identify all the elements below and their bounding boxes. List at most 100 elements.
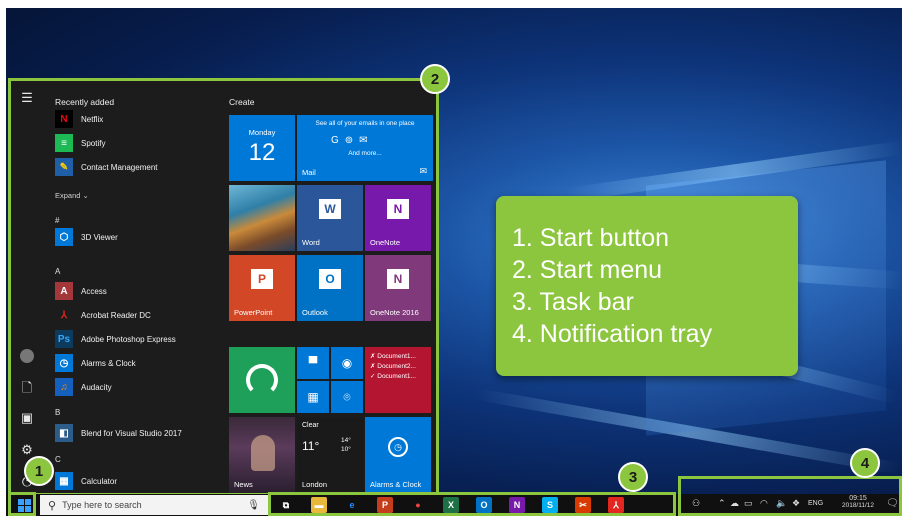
onenote-label: OneNote bbox=[370, 238, 401, 247]
app-list-item[interactable]: ▦ Calculator bbox=[55, 471, 217, 491]
taskbar-apps-highlight bbox=[268, 492, 676, 516]
onenote-logo-icon: N bbox=[387, 199, 409, 219]
app-label: Acrobat Reader DC bbox=[81, 310, 151, 320]
word-tile[interactable]: W Word bbox=[297, 185, 363, 251]
letter-header[interactable]: B bbox=[55, 408, 60, 417]
documents-icon[interactable]: 🗋 bbox=[18, 379, 36, 397]
app-list-item[interactable]: ⬡ 3D Viewer bbox=[55, 227, 217, 247]
letter-header[interactable]: C bbox=[55, 455, 61, 464]
app-list-item[interactable]: ⅄ Acrobat Reader DC bbox=[55, 305, 217, 325]
photos-tile[interactable] bbox=[229, 185, 295, 251]
powerpoint-logo-icon: P bbox=[251, 269, 273, 289]
app-label: 3D Viewer bbox=[81, 232, 118, 242]
onenote-tile[interactable]: N OneNote bbox=[365, 185, 431, 251]
app-tile-green[interactable] bbox=[229, 347, 295, 413]
callout-badge-3: 3 bbox=[618, 462, 648, 492]
app-list-item[interactable]: ✎ Contact Management bbox=[55, 157, 217, 177]
tiles-area: Create Monday 12 See all of your emails … bbox=[223, 81, 439, 493]
search-icon: ⚲ bbox=[48, 499, 57, 512]
expand-label: Expand bbox=[55, 191, 81, 200]
google-icon: G bbox=[331, 135, 345, 146]
exchange-icon: ⊚ bbox=[344, 135, 360, 146]
app-label: Access bbox=[81, 286, 107, 296]
letter-header[interactable]: # bbox=[55, 216, 59, 225]
app-label: Spotify bbox=[81, 138, 106, 148]
alarm-clock-tile-icon: ◷ bbox=[388, 437, 408, 457]
small-tile-tv[interactable]: ▀ bbox=[297, 347, 329, 379]
netflix-icon: N bbox=[55, 110, 73, 128]
pictures-icon[interactable]: ▣ bbox=[18, 409, 36, 427]
app-list-item[interactable]: Ps Adobe Photoshop Express bbox=[55, 329, 217, 349]
calculator-tile-icon: ▦ bbox=[307, 390, 319, 404]
calendar-tile[interactable]: Monday 12 bbox=[229, 115, 295, 181]
weather-high: 14° bbox=[341, 437, 351, 444]
contact-management-icon: ✎ bbox=[55, 158, 73, 176]
user-account-icon[interactable] bbox=[18, 349, 36, 367]
notification-tray-highlight bbox=[678, 476, 902, 516]
app-list-item[interactable]: ◧ Blend for Visual Studio 2017 bbox=[55, 423, 217, 443]
app-label: Adobe Photoshop Express bbox=[81, 334, 176, 344]
audacity-icon: ♫ bbox=[55, 378, 73, 396]
app-label: Netflix bbox=[81, 114, 104, 124]
word-logo-icon: W bbox=[319, 199, 341, 219]
create-heading: Create bbox=[229, 97, 255, 107]
document-item: ✓ Document1... bbox=[370, 373, 416, 380]
powerpoint-tile[interactable]: P PowerPoint bbox=[229, 255, 295, 321]
app-label: Audacity bbox=[81, 382, 112, 392]
recently-added-heading: Recently added bbox=[55, 97, 115, 107]
calendar-day-name: Monday bbox=[248, 128, 276, 137]
weather-city: London bbox=[302, 480, 328, 489]
document-item: ✗ Document2... bbox=[370, 363, 416, 370]
alarms-tile[interactable]: ◷ Alarms & Clock bbox=[365, 417, 431, 493]
app-list-item[interactable]: N Netflix bbox=[55, 109, 217, 129]
legend-line-4: 4. Notification tray bbox=[512, 320, 713, 348]
hamburger-menu-icon[interactable]: ☰ bbox=[18, 89, 36, 107]
documents-tile[interactable]: ✗ Document1... ✗ Document2... ✓ Document1.… bbox=[365, 347, 431, 413]
small-tile-calculator[interactable]: ▦ bbox=[297, 381, 329, 413]
search-placeholder: Type here to search bbox=[62, 500, 142, 510]
app-list-item[interactable]: A Access bbox=[55, 281, 217, 301]
onenote-2016-tile[interactable]: N OneNote 2016 bbox=[365, 255, 431, 321]
app-list-item[interactable]: ◷ Alarms & Clock bbox=[55, 353, 217, 373]
word-label: Word bbox=[302, 238, 320, 247]
weather-temp: 11° bbox=[302, 439, 320, 453]
calendar-day-number: 12 bbox=[248, 139, 276, 166]
outlook-tile[interactable]: O Outlook bbox=[297, 255, 363, 321]
documents-list: ✗ Document1... ✗ Document2... ✓ Document1.… bbox=[370, 352, 416, 382]
app-list-item[interactable]: ≡ Spotify bbox=[55, 133, 217, 153]
weather-low: 10° bbox=[341, 446, 351, 453]
search-box[interactable]: ⚲ Type here to search 🎙 bbox=[40, 495, 268, 515]
app-list-item[interactable]: ♫ Audacity bbox=[55, 377, 217, 397]
map-pin-icon: ⌾ bbox=[343, 390, 351, 404]
calculator-icon: ▦ bbox=[55, 472, 73, 490]
mail-tile[interactable]: See all of your emails in one place G⊚✉ … bbox=[297, 115, 433, 181]
mail-label: Mail bbox=[302, 168, 316, 177]
expand-link[interactable]: Expand ⌄ bbox=[55, 191, 89, 200]
callout-badge-1: 1 bbox=[24, 456, 54, 486]
spotify-icon: ≡ bbox=[55, 134, 73, 152]
alarms-label: Alarms & Clock bbox=[370, 480, 422, 489]
app-label: Contact Management bbox=[81, 162, 158, 172]
app-label: Calculator bbox=[81, 476, 118, 486]
legend-box: 1. Start button 2. Start menu 3. Task ba… bbox=[496, 196, 798, 376]
onenote-2016-logo-icon: N bbox=[387, 269, 409, 289]
blend-icon: ◧ bbox=[55, 424, 73, 442]
chevron-down-icon: ⌄ bbox=[82, 191, 89, 200]
weather-tile[interactable]: Clear 11° 14° 10° London bbox=[297, 417, 363, 493]
news-tile[interactable]: News bbox=[229, 417, 295, 493]
news-photo-figure bbox=[251, 435, 275, 471]
access-icon: A bbox=[55, 282, 73, 300]
small-tile-maps[interactable]: ⌾ bbox=[331, 381, 363, 413]
letter-header[interactable]: A bbox=[55, 267, 60, 276]
start-rail: ☰ 🗋 ▣ ⚙ ⏻ bbox=[11, 81, 45, 493]
3d-viewer-icon: ⬡ bbox=[55, 228, 73, 246]
mail-envelope-icon: ✉ bbox=[419, 166, 427, 176]
microphone-icon[interactable]: 🎙 bbox=[247, 500, 260, 511]
news-label: News bbox=[234, 480, 253, 489]
desktop: ☰ 🗋 ▣ ⚙ ⏻ Recently added N Netflix ≡ Spotif… bbox=[6, 8, 902, 516]
onenote-2016-label: OneNote 2016 bbox=[370, 308, 419, 317]
tv-icon: ▀ bbox=[308, 356, 318, 370]
mail-header: See all of your emails in one place bbox=[315, 120, 415, 127]
small-tile-record[interactable]: ◉ bbox=[331, 347, 363, 379]
legend-line-3: 3. Task bar bbox=[512, 288, 634, 316]
